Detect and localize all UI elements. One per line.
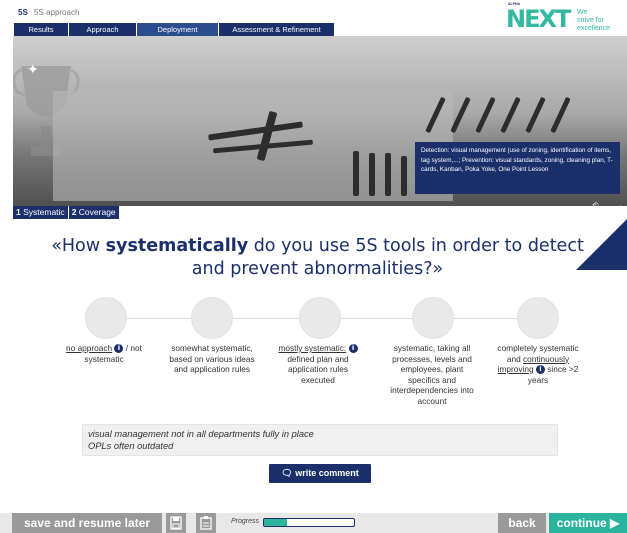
sub-tabs: 1 Systematic 2 Coverage bbox=[13, 206, 120, 219]
star-icon: ★ bbox=[614, 202, 627, 218]
comment-line-2: OPLs often outdated bbox=[88, 441, 174, 451]
scale-option-1-circle[interactable] bbox=[85, 297, 127, 339]
info-icon[interactable]: i bbox=[348, 344, 358, 354]
info-icon[interactable]: i bbox=[535, 365, 545, 375]
tab-systematic[interactable]: 1 Systematic bbox=[13, 206, 69, 219]
scale-option-2-circle[interactable] bbox=[191, 297, 233, 339]
progress-label: Progress bbox=[231, 518, 260, 525]
save-resume-button[interactable]: save and resume later bbox=[12, 513, 162, 533]
question-prefix: «How bbox=[51, 236, 106, 256]
scale-option-4-label: systematic, taking all processes, levels… bbox=[386, 343, 478, 406]
tool-screwdriver-4 bbox=[401, 156, 407, 196]
option-3-link[interactable]: mostly systematic: bbox=[278, 343, 346, 353]
hero-description: Detection: visual management (use of zon… bbox=[415, 142, 620, 194]
tab-systematic-label: Systematic bbox=[23, 207, 65, 217]
tab-results[interactable]: Results bbox=[14, 23, 69, 36]
continue-button[interactable]: continue ▶ bbox=[549, 513, 627, 533]
scale-option-5-circle[interactable] bbox=[517, 297, 559, 339]
chat-icon: 🗨︎ bbox=[281, 468, 293, 478]
tab-coverage-label: Coverage bbox=[78, 207, 116, 217]
progress-fill bbox=[264, 519, 288, 526]
comment-line-1: visual management not in all departments… bbox=[88, 429, 314, 439]
clipboard-icon[interactable] bbox=[196, 513, 216, 533]
option-2-text: somewhat systematic, based on various id… bbox=[169, 343, 255, 374]
save-icon[interactable] bbox=[166, 513, 186, 533]
scale-option-4-circle[interactable] bbox=[412, 297, 454, 339]
question-suffix: do you use 5S tools in order to detect a… bbox=[191, 236, 584, 279]
back-button[interactable]: back bbox=[498, 513, 546, 533]
nav-tabs: Results Approach Deployment Assessment &… bbox=[14, 23, 335, 36]
option-1-link[interactable]: no approach bbox=[66, 343, 112, 353]
tab-assessment-refinement[interactable]: Assessment & Refinement bbox=[219, 23, 335, 36]
tool-screwdriver-3 bbox=[385, 153, 391, 196]
scale-option-5-label: completely systematic and continuously i… bbox=[492, 343, 584, 385]
breadcrumb-code: 5S bbox=[18, 8, 28, 17]
logo-tagline-1: We bbox=[577, 9, 588, 16]
arrow-right-icon: ▶ bbox=[610, 516, 620, 530]
question-emphasis: systematically bbox=[105, 236, 249, 256]
scale-option-2-label: somewhat systematic, based on various id… bbox=[166, 343, 258, 375]
continue-label: continue bbox=[556, 516, 607, 530]
write-comment-label: write comment bbox=[295, 468, 359, 478]
tab-approach[interactable]: Approach bbox=[69, 23, 137, 36]
tab-coverage[interactable]: 2 Coverage bbox=[68, 206, 120, 219]
info-icon[interactable]: i bbox=[114, 344, 124, 354]
option-3-text: defined plan and application rules execu… bbox=[287, 353, 349, 385]
breadcrumb-title: 5S approach bbox=[34, 8, 80, 17]
logo-tagline: We strive for excellence bbox=[577, 9, 610, 33]
logo-next: NEXT bbox=[506, 5, 571, 33]
question-text: «How systematically do you use 5S tools … bbox=[40, 235, 595, 281]
tab-coverage-num: 2 bbox=[71, 207, 77, 217]
logo-tagline-3: excellence bbox=[577, 25, 611, 32]
tab-deployment[interactable]: Deployment bbox=[137, 23, 219, 36]
header: 5S 5S approach Results Approach Deployme… bbox=[0, 0, 627, 36]
write-comment-button[interactable]: 🗨︎ write comment bbox=[269, 464, 371, 483]
scale-option-3-label: mostly systematic: i defined plan and ap… bbox=[272, 343, 364, 385]
option-4-text: systematic, taking all processes, levels… bbox=[390, 343, 474, 406]
tab-systematic-num: 1 bbox=[16, 207, 21, 217]
svg-text:✦: ✦ bbox=[27, 62, 39, 78]
progress-bar bbox=[263, 518, 355, 527]
hero-image: ✦ Detection: visual management (use of z… bbox=[13, 36, 627, 206]
tool-screwdriver-1 bbox=[353, 151, 359, 196]
scale-option-3-circle[interactable] bbox=[299, 297, 341, 339]
comment-box[interactable]: visual management not in all departments… bbox=[82, 424, 558, 456]
logo-tagline-2: strive for bbox=[577, 17, 604, 24]
scale-option-1-label: no approach i / not systematic bbox=[58, 343, 150, 364]
tool-screwdriver-2 bbox=[369, 153, 375, 196]
breadcrumb: 5S 5S approach bbox=[18, 8, 79, 17]
